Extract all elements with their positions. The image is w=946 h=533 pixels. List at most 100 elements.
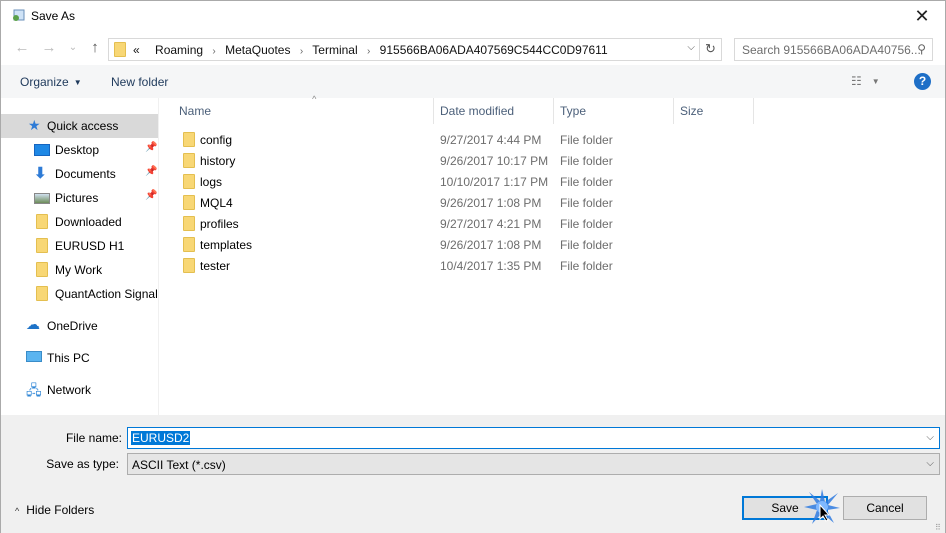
save-as-type-value: ASCII Text (*.csv) [132, 458, 226, 472]
chevron-right-icon[interactable]: › [367, 46, 370, 57]
table-row[interactable]: templates 9/26/2017 1:08 PM File folder [160, 234, 945, 255]
sidebar-item-documents[interactable]: ⬇ Documents 📌 [1, 162, 158, 186]
chevron-down-icon[interactable]: ⌵ [926, 432, 934, 443]
back-button[interactable]: ← [12, 39, 32, 56]
sidebar-item-label: Pictures [55, 191, 99, 205]
folder-icon [183, 195, 195, 210]
new-folder-button[interactable]: New folder [111, 75, 168, 89]
folder-icon [183, 132, 195, 147]
hide-folders-button[interactable]: ^ Hide Folders [15, 503, 94, 517]
folder-icon [183, 216, 195, 231]
file-name-value: EURUSD2 [131, 431, 191, 445]
caret-down-icon: ▼ [73, 78, 82, 88]
breadcrumb-overflow[interactable]: « [133, 43, 140, 57]
sidebar-item-onedrive[interactable]: ☁ OneDrive [1, 314, 158, 338]
caret-down-icon: ▼ [871, 77, 880, 87]
sidebar-item-quantaction-signal[interactable]: QuantAction Signal [1, 282, 158, 306]
chevron-right-icon[interactable]: › [212, 46, 215, 57]
mouse-cursor-icon [819, 504, 831, 522]
pin-icon[interactable]: 📌 [145, 142, 157, 153]
up-button[interactable]: ↑ [85, 39, 105, 56]
sidebar-item-label: Quick access [47, 119, 119, 133]
table-row[interactable]: config 9/27/2017 4:44 PM File folder [160, 129, 945, 150]
file-name: history [200, 154, 236, 168]
organize-button[interactable]: Organize ▼ [20, 75, 82, 89]
file-name-label: File name: [65, 431, 122, 445]
file-list: Name ^ Date modified Type Size config 9/27… [160, 94, 945, 415]
folder-icon [183, 258, 195, 273]
computer-icon [26, 351, 42, 362]
star-icon: ★ [28, 117, 41, 133]
column-label: Size [680, 104, 704, 118]
sidebar-item-label: Network [47, 383, 92, 397]
folder-icon [183, 237, 195, 252]
column-header-size[interactable]: Size [674, 98, 754, 124]
sidebar-item-label: My Work [55, 263, 103, 277]
chevron-down-icon: ⌵ [926, 458, 934, 469]
column-header-date-modified[interactable]: Date modified [434, 98, 554, 124]
sidebar-item-my-work[interactable]: My Work [1, 258, 158, 282]
folder-icon [114, 42, 126, 57]
file-type: File folder [560, 133, 613, 147]
sort-ascending-icon: ^ [312, 94, 317, 104]
pin-icon[interactable]: 📌 [145, 190, 157, 201]
file-type: File folder [560, 196, 613, 210]
close-icon: ✕ [914, 6, 930, 26]
address-bar[interactable]: « Roaming › MetaQuotes › Terminal › 9155… [108, 38, 722, 61]
date-modified: 9/26/2017 1:08 PM [440, 196, 542, 210]
sidebar-item-this-pc[interactable]: This PC [1, 346, 158, 370]
table-row[interactable]: MQL4 9/26/2017 1:08 PM File folder [160, 192, 945, 213]
help-button[interactable]: ? [914, 73, 931, 90]
date-modified: 9/26/2017 10:17 PM [440, 154, 549, 168]
save-as-dialog: Save As ✕ ← → ⌄ ↑ « Roaming › MetaQuotes… [0, 0, 946, 533]
date-modified: 10/4/2017 1:35 PM [440, 259, 542, 273]
table-row[interactable]: history 9/26/2017 10:17 PM File folder [160, 150, 945, 171]
sidebar-item-pictures[interactable]: Pictures 📌 [1, 186, 158, 210]
file-name: logs [200, 175, 223, 189]
forward-arrow-icon: → [41, 39, 57, 56]
sidebar-item-desktop[interactable]: Desktop 📌 [1, 138, 158, 162]
breadcrumb-current[interactable]: 915566BA06ADA407569C544CC0D97611 [380, 43, 608, 57]
close-button[interactable]: ✕ [899, 1, 945, 33]
address-dropdown-icon[interactable]: ⌵ [687, 42, 695, 53]
file-type: File folder [560, 154, 613, 168]
recent-locations-button[interactable]: ⌄ [63, 42, 83, 53]
resize-grip-icon[interactable]: ⠿ [935, 523, 943, 532]
sidebar-item-quick-access[interactable]: ★ Quick access [1, 114, 158, 138]
refresh-button[interactable]: ↻ [699, 39, 721, 60]
date-modified: 9/27/2017 4:44 PM [440, 133, 542, 147]
cancel-button[interactable]: Cancel [843, 496, 927, 520]
breadcrumb-roaming[interactable]: Roaming [155, 43, 203, 57]
pictures-icon [34, 193, 50, 204]
sidebar-item-label: Documents [55, 167, 116, 181]
change-view-button[interactable]: ☷ ▼ [851, 74, 880, 88]
search-input[interactable]: Search 915566BA06ADA40756... ⚲ [734, 38, 933, 61]
column-header-name[interactable]: Name ^ [173, 94, 434, 124]
sidebar-item-eurusd-h1[interactable]: EURUSD H1 [1, 234, 158, 258]
chevron-right-icon[interactable]: › [300, 46, 303, 57]
file-name-input[interactable]: EURUSD2 ⌵ [127, 427, 940, 449]
sidebar-item-network[interactable]: 🖧 Network [1, 378, 158, 402]
back-arrow-icon: ← [14, 39, 30, 56]
sidebar-item-label: Downloaded [55, 215, 122, 229]
folder-icon [36, 214, 48, 229]
folder-icon [183, 153, 195, 168]
column-header-type[interactable]: Type [554, 98, 674, 124]
column-label: Date modified [440, 104, 515, 118]
table-row[interactable]: tester 10/4/2017 1:35 PM File folder [160, 255, 945, 276]
breadcrumb-terminal[interactable]: Terminal [312, 43, 357, 57]
sidebar-item-downloaded[interactable]: Downloaded [1, 210, 158, 234]
breadcrumb-metaquotes[interactable]: MetaQuotes [225, 43, 290, 57]
forward-button[interactable]: → [39, 39, 59, 56]
window-title: Save As [31, 9, 76, 23]
file-name: tester [200, 259, 231, 273]
table-row[interactable]: profiles 9/27/2017 4:21 PM File folder [160, 213, 945, 234]
table-row[interactable]: logs 10/10/2017 1:17 PM File folder [160, 171, 945, 192]
sidebar-item-label: EURUSD H1 [55, 239, 125, 253]
date-modified: 9/27/2017 4:21 PM [440, 217, 542, 231]
pin-icon[interactable]: 📌 [145, 166, 157, 177]
date-modified: 9/26/2017 1:08 PM [440, 238, 542, 252]
date-modified: 10/10/2017 1:17 PM [440, 175, 549, 189]
app-icon [13, 9, 25, 21]
save-as-type-select[interactable]: ASCII Text (*.csv) ⌵ [127, 453, 940, 475]
